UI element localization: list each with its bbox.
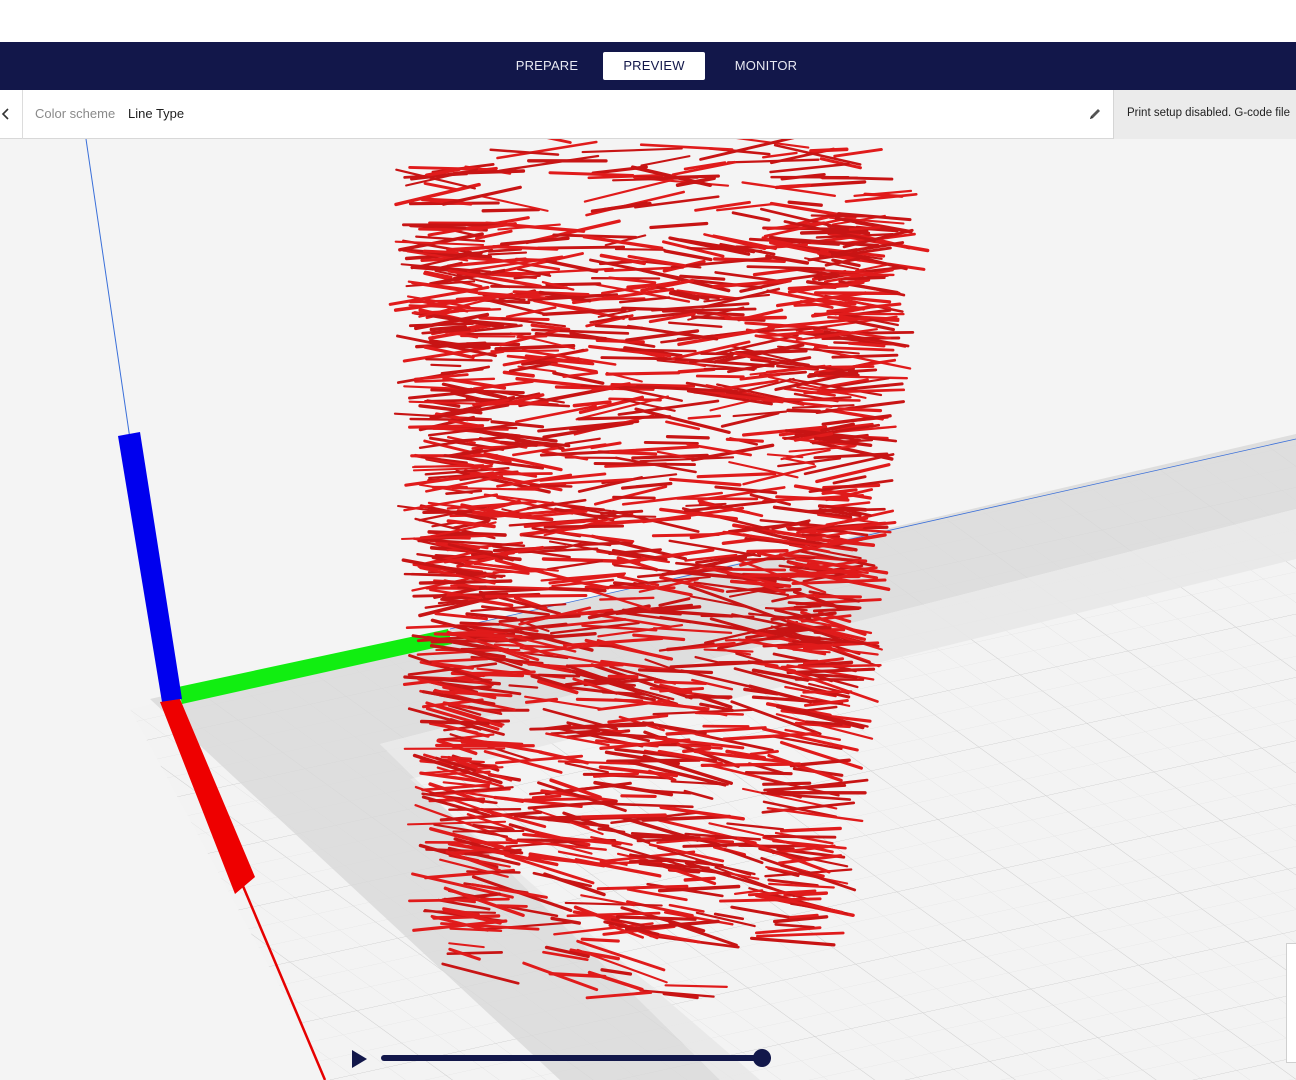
tab-prepare[interactable]: PREPARE	[506, 52, 588, 80]
simulation-slider-track[interactable]	[381, 1055, 771, 1061]
play-icon	[352, 1050, 367, 1068]
color-scheme-label: Color scheme	[35, 106, 116, 121]
view-options-header: Color scheme Line Type Print setup disab…	[0, 90, 1296, 139]
collapse-panel-button[interactable]	[0, 90, 23, 139]
print-setup-notice: Print setup disabled. G-code file	[1113, 90, 1296, 139]
chevron-left-icon	[1, 108, 9, 120]
window-title-bar	[0, 0, 1296, 42]
z-axis-line	[85, 139, 131, 440]
color-scheme-value[interactable]: Line Type	[128, 106, 184, 121]
z-axis-arrow	[118, 432, 182, 702]
side-panel-edge[interactable]	[1286, 943, 1296, 1063]
pencil-icon	[1090, 109, 1100, 119]
stage-menu: PREPARE PREVIEW MONITOR	[0, 42, 1296, 90]
print-setup-notice-text: Print setup disabled. G-code file	[1127, 107, 1291, 119]
3d-viewport[interactable]	[0, 139, 1296, 1080]
play-simulation-button[interactable]	[348, 1047, 370, 1071]
edit-view-button[interactable]	[1086, 105, 1104, 123]
tab-preview[interactable]: PREVIEW	[603, 52, 705, 80]
tab-monitor[interactable]: MONITOR	[722, 52, 810, 80]
simulation-slider-handle[interactable]	[753, 1049, 771, 1067]
build-plate-scene[interactable]	[0, 139, 1296, 1080]
